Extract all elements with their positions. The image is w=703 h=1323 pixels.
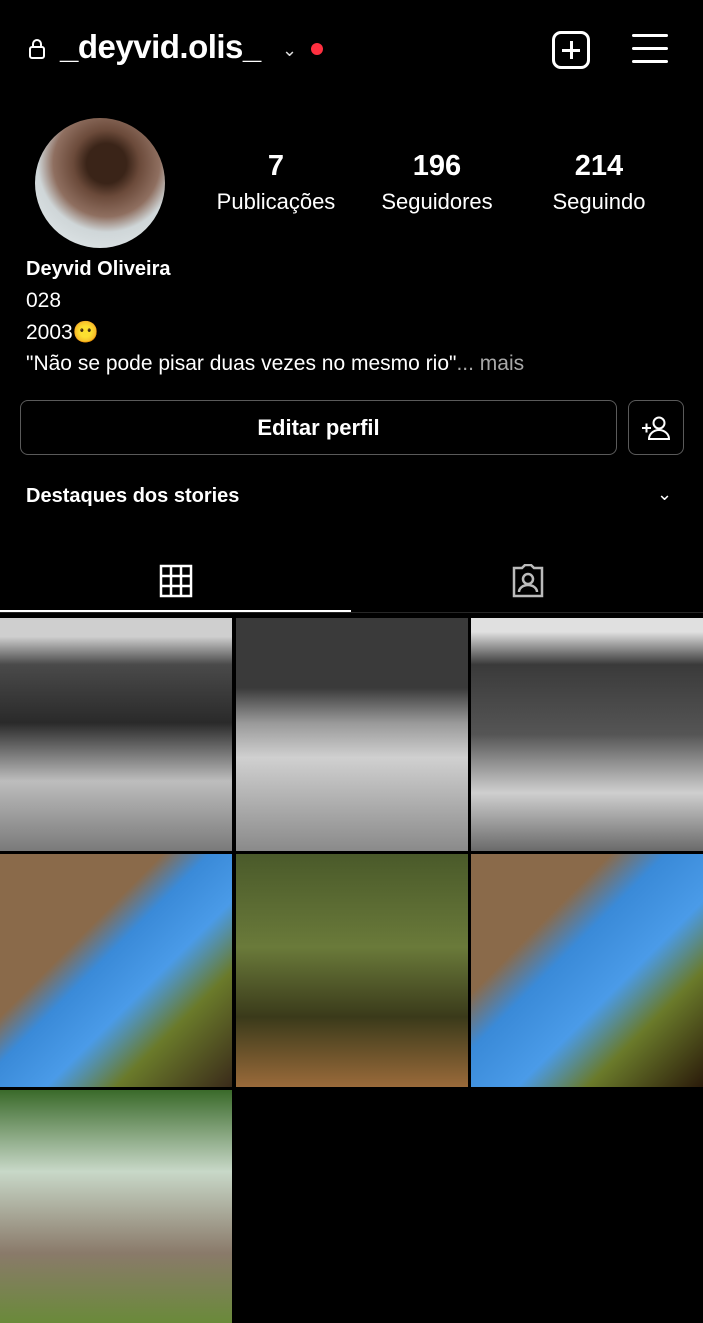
bio-quote: "Não se pode pisar duas vezes no mesmo r… xyxy=(26,352,524,376)
posts-label: Publicações xyxy=(216,189,336,214)
stat-posts[interactable]: 7 Publicações xyxy=(196,150,356,215)
followers-label: Seguidores xyxy=(381,189,493,214)
bio-line: 2003😶 xyxy=(26,321,99,344)
edit-profile-button[interactable]: Editar perfil xyxy=(20,400,617,455)
stat-following[interactable]: 214 Seguindo xyxy=(519,150,679,215)
discover-people-button[interactable] xyxy=(628,400,684,455)
following-label: Seguindo xyxy=(552,189,646,214)
profile-name: Deyvid Oliveira xyxy=(26,258,171,280)
post-thumbnail[interactable] xyxy=(0,854,232,1087)
lock-icon xyxy=(29,39,45,59)
post-thumbnail[interactable] xyxy=(0,1090,232,1323)
more-link[interactable]: ... mais xyxy=(456,352,524,375)
avatar[interactable] xyxy=(35,118,165,248)
post-thumbnail[interactable] xyxy=(0,618,232,851)
bio-line: 028 xyxy=(26,289,62,312)
tagged-icon xyxy=(512,564,543,598)
followers-count: 196 xyxy=(412,150,462,182)
grid-icon xyxy=(159,564,192,598)
post-thumbnail[interactable] xyxy=(235,854,468,1087)
chevron-down-icon[interactable]: ⌄ xyxy=(282,40,297,61)
chevron-down-icon[interactable]: ⌄ xyxy=(657,484,672,505)
post-thumbnail[interactable] xyxy=(471,854,703,1087)
following-count: 214 xyxy=(574,150,624,182)
post-thumbnail[interactable] xyxy=(235,618,468,851)
tab-grid[interactable] xyxy=(0,550,351,612)
new-post-icon[interactable] xyxy=(552,31,590,69)
bio-quote-text: "Não se pode pisar duas vezes no mesmo r… xyxy=(26,352,457,375)
add-person-icon xyxy=(642,416,671,440)
stat-followers[interactable]: 196 Seguidores xyxy=(357,150,517,215)
posts-count: 7 xyxy=(267,150,285,182)
divider xyxy=(0,612,703,613)
menu-icon[interactable] xyxy=(632,34,668,66)
post-thumbnail[interactable] xyxy=(471,618,703,851)
story-highlights-label[interactable]: Destaques dos stories xyxy=(26,485,239,508)
username[interactable]: _deyvid.olis_ xyxy=(60,28,261,66)
posts-grid xyxy=(0,618,703,1323)
notification-dot xyxy=(311,43,323,55)
tab-tagged[interactable] xyxy=(352,550,703,612)
